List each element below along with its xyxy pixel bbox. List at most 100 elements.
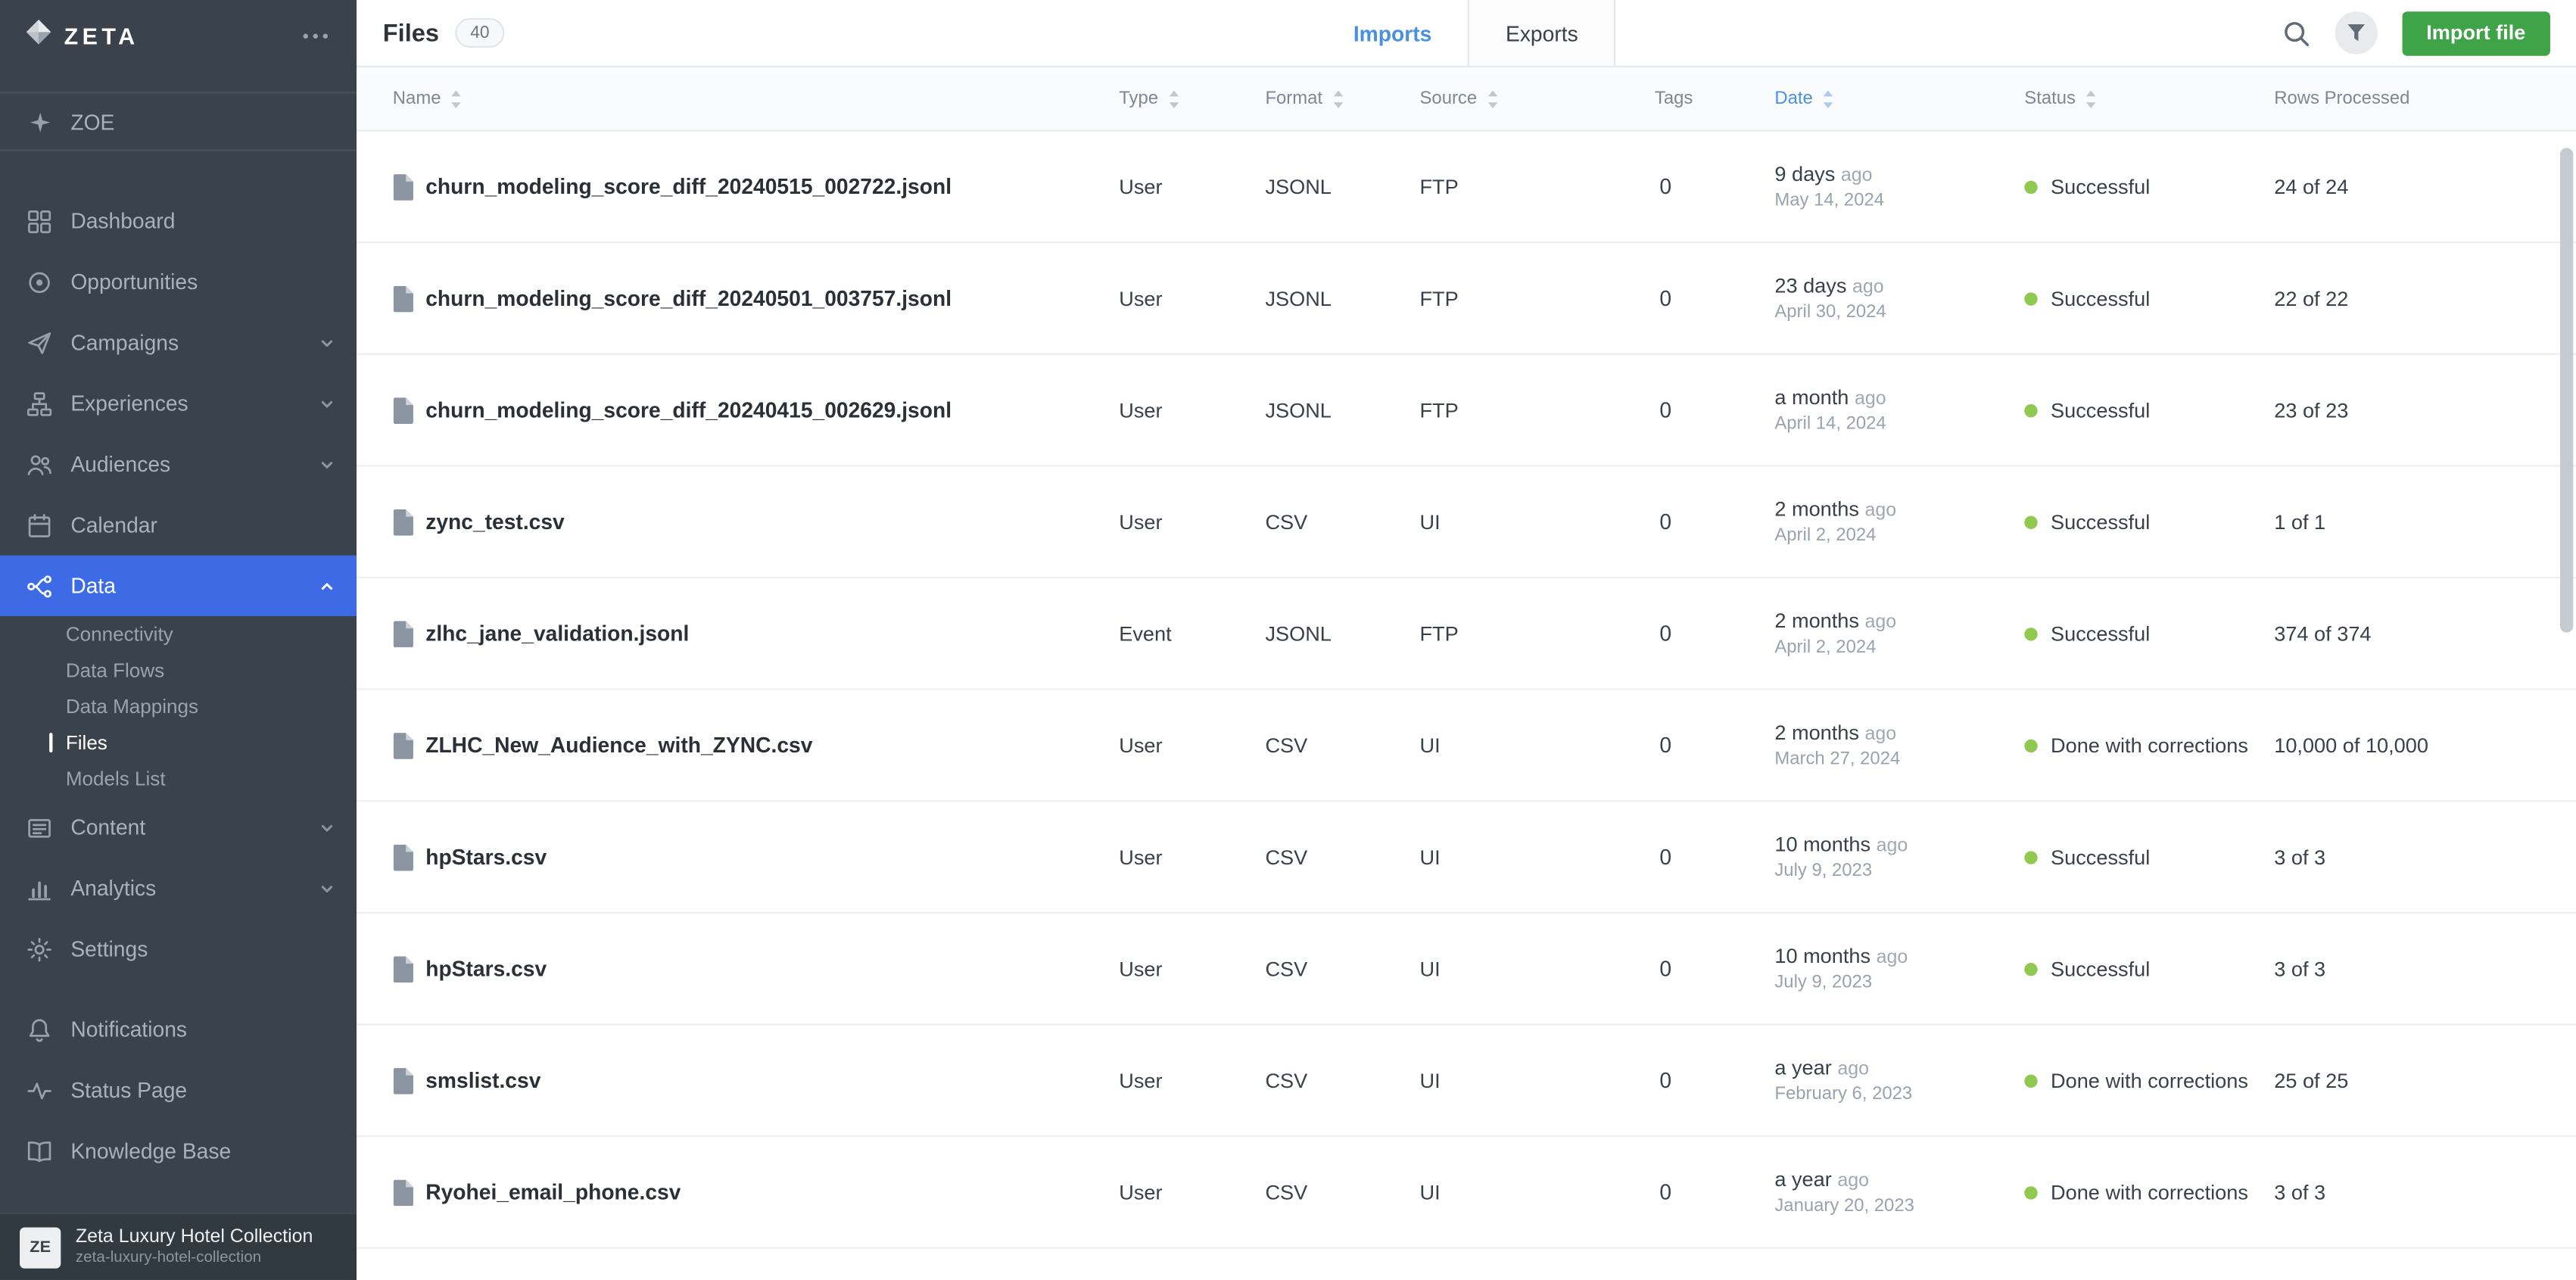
status-cell: Successful bbox=[2024, 510, 2274, 533]
search-button[interactable] bbox=[2282, 19, 2310, 47]
column-header-date[interactable]: Date bbox=[1774, 88, 2024, 109]
file-name-cell[interactable]: ZLHC_New_Audience_with_ZYNC.csv bbox=[393, 732, 1119, 758]
sidebar-subitem-models-list[interactable]: Models List bbox=[0, 761, 357, 797]
sidebar-item-zoe[interactable]: ZOE bbox=[0, 92, 357, 151]
sidebar-item-label: Campaigns bbox=[70, 330, 301, 355]
sidebar-item-audiences[interactable]: Audiences bbox=[0, 434, 357, 494]
sidebar-item-calendar[interactable]: Calendar bbox=[0, 494, 357, 555]
status-dot-icon bbox=[2024, 1074, 2037, 1087]
status-dot-icon bbox=[2024, 403, 2037, 416]
table-row[interactable]: zync_test.csvUserCSVUI02 months agoApril… bbox=[357, 466, 2576, 578]
file-name-cell[interactable]: churn_modeling_score_diff_20240415_00262… bbox=[393, 397, 1119, 423]
file-name: hpStars.csv bbox=[425, 845, 547, 870]
sidebar-item-dashboard[interactable]: Dashboard bbox=[0, 191, 357, 251]
table-body: churn_modeling_score_diff_20240515_00272… bbox=[357, 132, 2576, 1249]
tags-cell: 0 bbox=[1655, 621, 1774, 646]
status-label: Done with corrections bbox=[2051, 1069, 2248, 1092]
status-cell: Done with corrections bbox=[2024, 1181, 2274, 1204]
table-row[interactable]: zlhc_jane_validation.jsonlEventJSONLFTP0… bbox=[357, 578, 2576, 690]
tab-exports[interactable]: Exports bbox=[1468, 0, 1616, 66]
column-header-type[interactable]: Type bbox=[1119, 88, 1265, 109]
zoe-icon bbox=[26, 108, 53, 135]
chevron-down-icon bbox=[319, 456, 335, 472]
sidebar-item-knowledge-base[interactable]: Knowledge Base bbox=[0, 1120, 357, 1181]
table-row[interactable]: hpStars.csvUserCSVUI010 months agoJuly 9… bbox=[357, 802, 2576, 914]
sidebar-item-label: Settings bbox=[70, 936, 335, 961]
table-row[interactable]: churn_modeling_score_diff_20240415_00262… bbox=[357, 355, 2576, 467]
date-relative: a month ago bbox=[1774, 386, 2024, 409]
file-name-cell[interactable]: churn_modeling_score_diff_20240515_00272… bbox=[393, 173, 1119, 200]
source-cell: UI bbox=[1419, 957, 1654, 979]
table-row[interactable]: churn_modeling_score_diff_20240515_00272… bbox=[357, 132, 2576, 244]
import-file-button[interactable]: Import file bbox=[2402, 11, 2550, 55]
content-icon bbox=[26, 814, 53, 841]
tab-imports[interactable]: Imports bbox=[1317, 0, 1468, 66]
column-header-status[interactable]: Status bbox=[2024, 88, 2274, 109]
sidebar-item-analytics[interactable]: Analytics bbox=[0, 858, 357, 918]
file-name-cell[interactable]: smslist.csv bbox=[393, 1067, 1119, 1094]
sidebar-item-opportunities[interactable]: Opportunities bbox=[0, 251, 357, 312]
sidebar-item-label: Opportunities bbox=[70, 269, 335, 294]
table-row[interactable]: hpStars.csvUserCSVUI010 months agoJuly 9… bbox=[357, 914, 2576, 1026]
sidebar-subitem-data-mappings[interactable]: Data Mappings bbox=[0, 689, 357, 725]
sidebar-item-status-page[interactable]: Status Page bbox=[0, 1060, 357, 1120]
file-icon bbox=[393, 173, 414, 200]
file-icon bbox=[393, 285, 414, 312]
sidebar-item-settings[interactable]: Settings bbox=[0, 918, 357, 979]
date-relative-suffix: ago bbox=[1837, 1172, 1869, 1191]
date-relative-suffix: ago bbox=[1855, 389, 1886, 409]
type-cell: User bbox=[1119, 733, 1265, 756]
file-name-cell[interactable]: hpStars.csv bbox=[393, 955, 1119, 982]
sidebar-item-content[interactable]: Content bbox=[0, 797, 357, 858]
date-absolute: February 6, 2023 bbox=[1774, 1085, 2024, 1104]
tags-cell: 0 bbox=[1655, 509, 1774, 534]
account-switcher[interactable]: ZE Zeta Luxury Hotel Collection zeta-lux… bbox=[0, 1213, 357, 1280]
type-cell: User bbox=[1119, 957, 1265, 979]
table-row[interactable]: smslist.csvUserCSVUI0a year agoFebruary … bbox=[357, 1026, 2576, 1138]
file-name-cell[interactable]: hpStars.csv bbox=[393, 844, 1119, 870]
sidebar-subitem-data-flows[interactable]: Data Flows bbox=[0, 652, 357, 689]
file-name-cell[interactable]: zlhc_jane_validation.jsonl bbox=[393, 620, 1119, 646]
status-cell: Successful bbox=[2024, 846, 2274, 868]
vertical-scrollbar-thumb[interactable] bbox=[2560, 148, 2573, 632]
table-header: NameTypeFormatSourceTagsDateStatusRows P… bbox=[357, 67, 2576, 132]
file-name: churn_modeling_score_diff_20240415_00262… bbox=[425, 397, 952, 422]
column-label: Type bbox=[1119, 89, 1158, 108]
sidebar-item-label: Content bbox=[70, 815, 301, 840]
sidebar-subitem-connectivity[interactable]: Connectivity bbox=[0, 616, 357, 652]
date-absolute: January 20, 2023 bbox=[1774, 1196, 2024, 1216]
sidebar-item-notifications[interactable]: Notifications bbox=[0, 999, 357, 1060]
sidebar-options-icon[interactable] bbox=[299, 30, 332, 42]
column-header-format[interactable]: Format bbox=[1265, 88, 1419, 109]
rows-processed-cell: 1 of 1 bbox=[2274, 510, 2543, 533]
table-row[interactable]: Ryohei_email_phone.csvUserCSVUI0a year a… bbox=[357, 1137, 2576, 1249]
format-cell: JSONL bbox=[1265, 287, 1419, 310]
status-cell: Successful bbox=[2024, 622, 2274, 645]
file-name-cell[interactable]: zync_test.csv bbox=[393, 509, 1119, 535]
file-icon bbox=[393, 732, 414, 758]
table-row[interactable]: ZLHC_New_Audience_with_ZYNC.csvUserCSVUI… bbox=[357, 690, 2576, 802]
filter-icon bbox=[2335, 11, 2377, 54]
date-relative: 2 months ago bbox=[1774, 609, 2024, 632]
file-name-cell[interactable]: churn_modeling_score_diff_20240501_00375… bbox=[393, 285, 1119, 312]
date-relative-suffix: ago bbox=[1852, 278, 1884, 297]
status-label: Successful bbox=[2051, 846, 2150, 868]
status-dot-icon bbox=[2024, 739, 2037, 752]
sidebar-item-campaigns[interactable]: Campaigns bbox=[0, 312, 357, 372]
file-name: hpStars.csv bbox=[425, 956, 547, 981]
column-header-name[interactable]: Name bbox=[393, 88, 1119, 109]
status-dot-icon bbox=[2024, 291, 2037, 304]
column-header-source[interactable]: Source bbox=[1419, 88, 1654, 109]
format-cell: JSONL bbox=[1265, 398, 1419, 421]
sidebar-item-experiences[interactable]: Experiences bbox=[0, 373, 357, 434]
sidebar-item-data[interactable]: Data bbox=[0, 556, 357, 616]
sidebar-nav: Dashboard Opportunities Campaigns Experienc… bbox=[0, 191, 357, 979]
source-cell: UI bbox=[1419, 733, 1654, 756]
rows-processed-cell: 10,000 of 10,000 bbox=[2274, 733, 2543, 756]
table-row[interactable]: churn_modeling_score_diff_20240501_00375… bbox=[357, 243, 2576, 355]
source-cell: UI bbox=[1419, 510, 1654, 533]
filter-button[interactable] bbox=[2335, 11, 2377, 54]
date-absolute: April 14, 2024 bbox=[1774, 414, 2024, 434]
file-name-cell[interactable]: Ryohei_email_phone.csv bbox=[393, 1179, 1119, 1205]
sidebar-subitem-files[interactable]: Files bbox=[0, 724, 357, 761]
